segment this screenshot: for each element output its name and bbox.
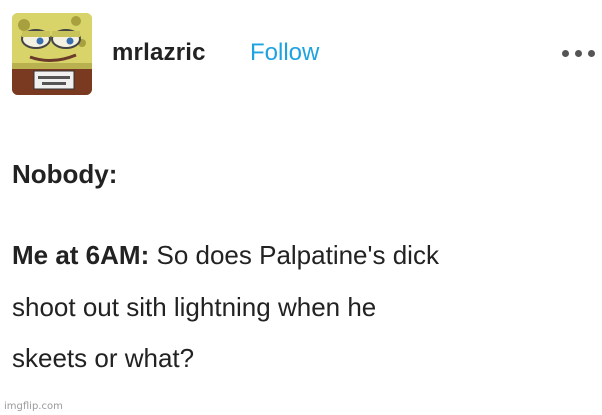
me-line: Me at 6AM: So does Palpatine's dick [12, 241, 439, 269]
quote-text-3: skeets or what? [12, 343, 195, 373]
post-header: mrlazric Follow [12, 13, 596, 95]
watermark: imgflip.com [4, 401, 63, 412]
username[interactable]: mrlazric [112, 39, 206, 67]
quote-text-1: So does Palpatine's dick [149, 240, 439, 270]
speaker-label: Me at 6AM: [12, 240, 150, 270]
quote-text-2: shoot out sith lightning when he [12, 292, 377, 322]
spongebob-avatar-icon [12, 13, 92, 95]
nobody-line: Nobody: [12, 159, 118, 189]
more-horizontal-icon[interactable] [562, 49, 596, 59]
follow-button[interactable]: Follow [250, 39, 319, 67]
avatar[interactable] [12, 13, 92, 95]
